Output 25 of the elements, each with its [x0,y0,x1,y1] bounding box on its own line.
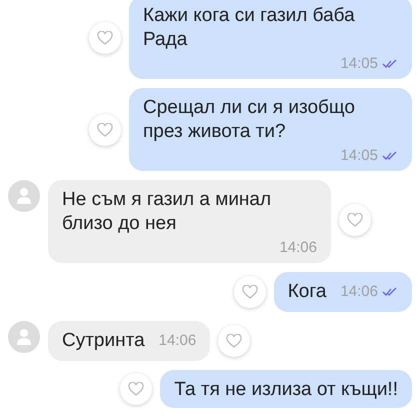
heart-icon [128,382,144,396]
message-text: Не съм я газил а минал близо до нея [62,188,272,236]
message-time: 14:06 [340,283,378,301]
message-time: 14:05 [340,55,378,73]
message-text: Кога [288,280,326,304]
heart-icon [97,122,113,136]
heart-icon [97,30,113,44]
message-time: 14:06 [279,239,317,257]
message-text: Кажи кога си газил баба Рада [143,4,356,52]
like-button[interactable] [218,325,250,357]
person-icon [16,187,32,205]
heart-icon [226,334,242,348]
person-icon [16,328,32,346]
like-button[interactable] [89,22,121,54]
message-time: 14:06 [158,332,196,350]
like-button[interactable] [89,114,121,146]
like-button[interactable] [339,204,371,236]
message-text: Сутринта [62,329,145,353]
message-text: Та тя не излиза от къщи!! [174,378,398,402]
like-button[interactable] [234,276,266,308]
heart-icon [242,285,258,299]
message-text: Срещал ли си я изобщо през живота ти? [143,96,356,144]
like-button[interactable] [120,373,152,405]
heart-icon [347,213,363,227]
message-time: 14:05 [340,147,378,165]
